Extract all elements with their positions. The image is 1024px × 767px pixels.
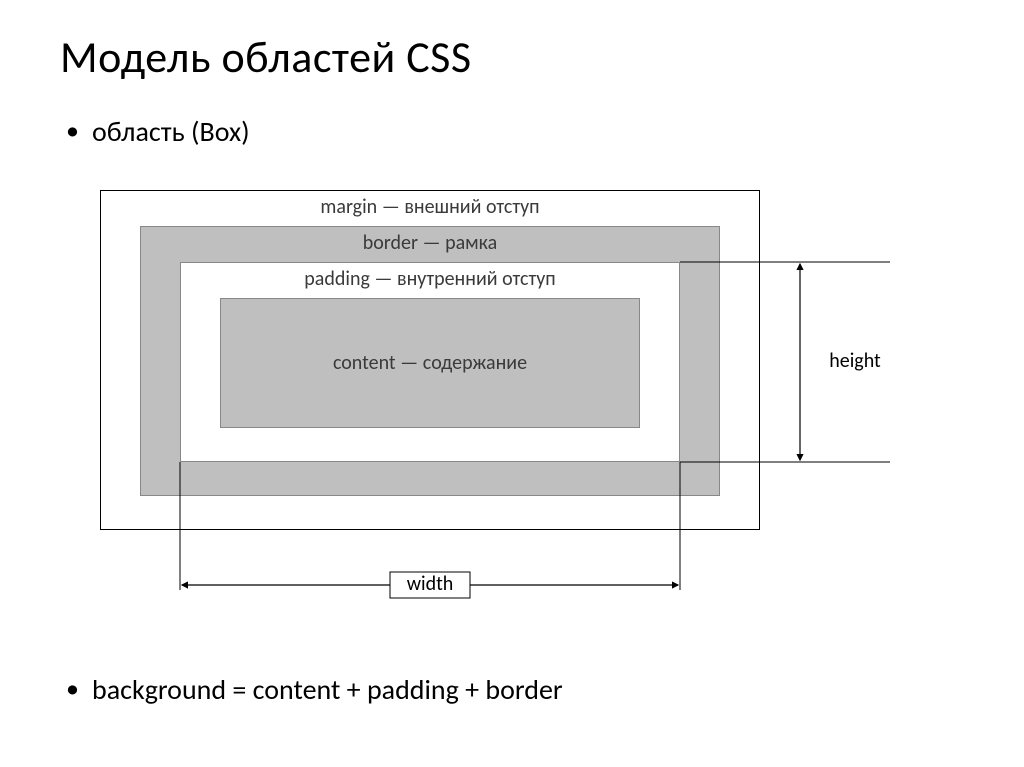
margin-label: margin — внешний отступ <box>101 195 759 219</box>
box-model-diagram: margin — внешний отступ border — рамка p… <box>100 190 950 630</box>
content-box: content — содержание <box>220 298 640 428</box>
border-label: border — рамка <box>141 231 719 255</box>
slide: Модель областей CSS область (Box) margin… <box>0 0 1024 767</box>
bullet-list: область (Box) <box>60 114 964 150</box>
padding-label: padding — внутренний отступ <box>181 267 679 291</box>
content-label: content — содержание <box>333 351 527 375</box>
slide-title: Модель областей CSS <box>60 30 964 84</box>
bullet-list-2: background = content + padding + border <box>60 672 563 707</box>
width-dim-label: width <box>407 572 454 596</box>
bullet-item-box: область (Box) <box>60 114 964 150</box>
height-dim-label: height <box>829 349 881 373</box>
bullet-item-background: background = content + padding + border <box>60 672 563 707</box>
